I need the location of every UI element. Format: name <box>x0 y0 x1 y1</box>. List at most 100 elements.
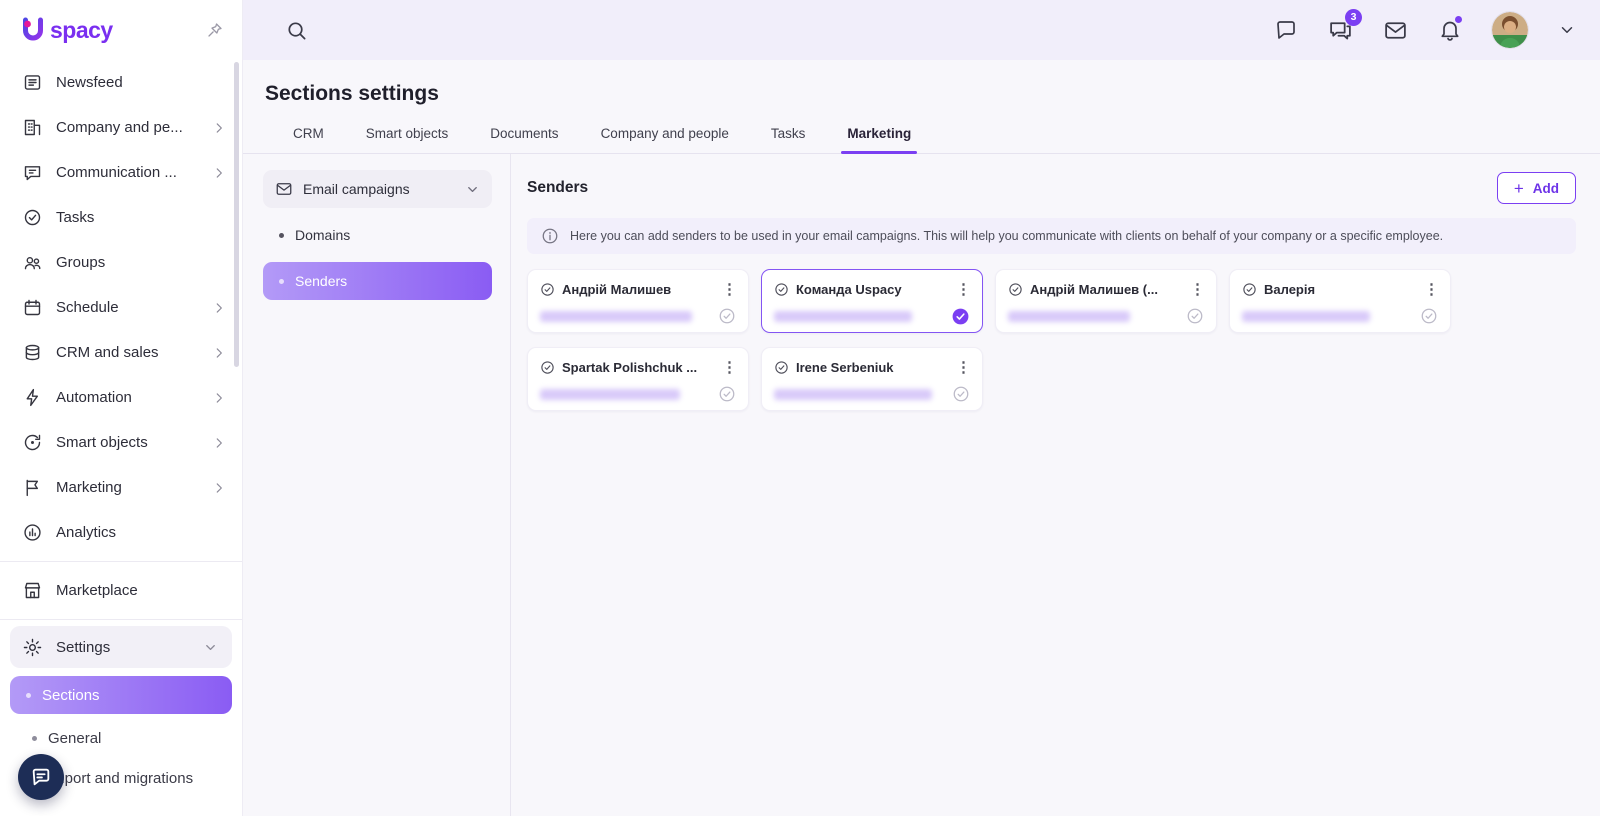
sender-card-header: Spartak Polishchuk ... <box>540 358 736 377</box>
sender-card-footer <box>540 385 736 403</box>
tab-marketing[interactable]: Marketing <box>845 126 913 153</box>
sidebar-item-sections[interactable]: Sections <box>10 676 232 714</box>
sidebar-item-settings[interactable]: Settings <box>10 626 232 668</box>
sidebar-item-label: Newsfeed <box>56 74 123 91</box>
tab-crm[interactable]: CRM <box>291 126 326 153</box>
sidebar-item-label: Marketing <box>56 479 122 496</box>
sidebar-item-label: Sections <box>42 687 100 704</box>
chevron-right-icon <box>212 481 226 495</box>
chevron-right-icon <box>212 346 226 360</box>
schedule-icon <box>22 297 43 318</box>
sender-card[interactable]: Валерія <box>1229 269 1451 333</box>
tasks-icon <box>22 207 43 228</box>
sender-card[interactable]: Андрій Малишев <box>527 269 749 333</box>
subsidebar-item-domains[interactable]: Domains <box>263 216 492 254</box>
pin-icon[interactable] <box>206 21 224 39</box>
communication-icon <box>22 162 43 183</box>
sidebar-divider <box>0 561 242 562</box>
mail-icon[interactable] <box>1383 18 1408 43</box>
add-sender-button[interactable]: Add <box>1497 172 1576 204</box>
sender-card-header: Команда Uspacy <box>774 280 970 299</box>
sender-status-icon[interactable] <box>952 385 970 403</box>
sidebar-item-label: Tasks <box>56 209 94 226</box>
sender-status-icon[interactable] <box>718 307 736 325</box>
senders-info-text: Here you can add senders to be used in y… <box>570 229 1443 243</box>
kebab-menu-icon[interactable] <box>956 358 970 377</box>
kebab-menu-icon[interactable] <box>1190 280 1204 299</box>
sender-card[interactable]: Spartak Polishchuk ... <box>527 347 749 411</box>
sidebar-item-company-and-people[interactable]: Company and pe... <box>0 105 242 150</box>
tab-tasks[interactable]: Tasks <box>769 126 808 153</box>
tab-documents[interactable]: Documents <box>488 126 560 153</box>
profile-chevron-down-icon[interactable] <box>1558 21 1576 39</box>
support-chat-button[interactable] <box>18 754 64 800</box>
kebab-menu-icon[interactable] <box>1424 280 1438 299</box>
sidebar-scrollbar[interactable] <box>234 62 239 367</box>
search-icon[interactable] <box>285 19 308 42</box>
sidebar-item-general[interactable]: General <box>0 718 242 758</box>
sender-card-header: Валерія <box>1242 280 1438 299</box>
sender-card-footer <box>774 385 970 403</box>
tab-bar: CRM Smart objects Documents Company and … <box>243 126 1600 154</box>
sidebar-item-communication[interactable]: Communication ... <box>0 150 242 195</box>
sender-card-selected[interactable]: Команда Uspacy <box>761 269 983 333</box>
notifications-bell-icon[interactable] <box>1438 18 1462 42</box>
sender-card-footer <box>1008 307 1204 325</box>
sidebar-divider <box>0 619 242 620</box>
sidebar-item-tasks[interactable]: Tasks <box>0 195 242 240</box>
notification-dot <box>1455 16 1462 23</box>
sender-card-footer <box>540 307 736 325</box>
verified-check-icon <box>774 360 789 375</box>
page-header: Sections settings <box>243 60 1600 106</box>
sidebar-item-label: General <box>48 730 101 747</box>
sidebar-item-automation[interactable]: Automation <box>0 375 242 420</box>
sidebar-item-groups[interactable]: Groups <box>0 240 242 285</box>
marketing-icon <box>22 477 43 498</box>
sender-card[interactable]: Irene Serbeniuk <box>761 347 983 411</box>
sidebar-item-label: Company and pe... <box>56 119 183 136</box>
sender-status-icon[interactable] <box>1420 307 1438 325</box>
messenger-icon[interactable]: 3 <box>1328 18 1353 43</box>
kebab-menu-icon[interactable] <box>722 358 736 377</box>
sender-name: Андрій Малишев <box>562 282 715 297</box>
user-avatar[interactable] <box>1492 12 1528 48</box>
sidebar-item-label: Automation <box>56 389 132 406</box>
sidebar-item-label: Import and migrations <box>48 770 193 787</box>
comments-icon[interactable] <box>1274 18 1298 42</box>
sender-card-header: Андрій Малишев <box>540 280 736 299</box>
sidebar-item-label: Communication ... <box>56 164 177 181</box>
sidebar-item-analytics[interactable]: Analytics <box>0 510 242 555</box>
sender-selected-check-icon[interactable] <box>951 307 970 326</box>
company-icon <box>22 117 43 138</box>
chevron-down-icon <box>203 640 218 655</box>
sidebar-item-smart-objects[interactable]: Smart objects <box>0 420 242 465</box>
senders-info-banner: Here you can add senders to be used in y… <box>527 218 1576 254</box>
sidebar-item-marketing[interactable]: Marketing <box>0 465 242 510</box>
bullet-dot-icon <box>279 233 284 238</box>
sidebar-item-schedule[interactable]: Schedule <box>0 285 242 330</box>
chevron-right-icon <box>212 436 226 450</box>
sidebar-item-label: Marketplace <box>56 582 138 599</box>
sidebar-item-marketplace[interactable]: Marketplace <box>0 568 242 613</box>
bullet-dot-icon <box>26 693 31 698</box>
page-title: Sections settings <box>265 82 1600 106</box>
kebab-menu-icon[interactable] <box>956 280 970 299</box>
sidebar-item-crm-and-sales[interactable]: CRM and sales <box>0 330 242 375</box>
email-campaigns-dropdown[interactable]: Email campaigns <box>263 170 492 208</box>
kebab-menu-icon[interactable] <box>722 280 736 299</box>
uspacy-logo[interactable]: spacy <box>18 15 113 45</box>
tab-smart-objects[interactable]: Smart objects <box>364 126 451 153</box>
sender-card[interactable]: Андрій Малишев (... <box>995 269 1217 333</box>
sender-status-icon[interactable] <box>1186 307 1204 325</box>
senders-panel: Senders Add Here you can add senders to … <box>511 154 1600 816</box>
crm-icon <box>22 342 43 363</box>
sidebar-item-label: Schedule <box>56 299 119 316</box>
sender-status-icon[interactable] <box>718 385 736 403</box>
sidebar-item-newsfeed[interactable]: Newsfeed <box>0 60 242 105</box>
verified-check-icon <box>1008 282 1023 297</box>
tab-company-and-people[interactable]: Company and people <box>599 126 731 153</box>
sidebar-item-label: Settings <box>56 639 110 656</box>
subsidebar-item-senders[interactable]: Senders <box>263 262 492 300</box>
sender-email-redacted <box>540 311 692 322</box>
sidebar-nav: Newsfeed Company and pe... Communication… <box>0 60 242 798</box>
